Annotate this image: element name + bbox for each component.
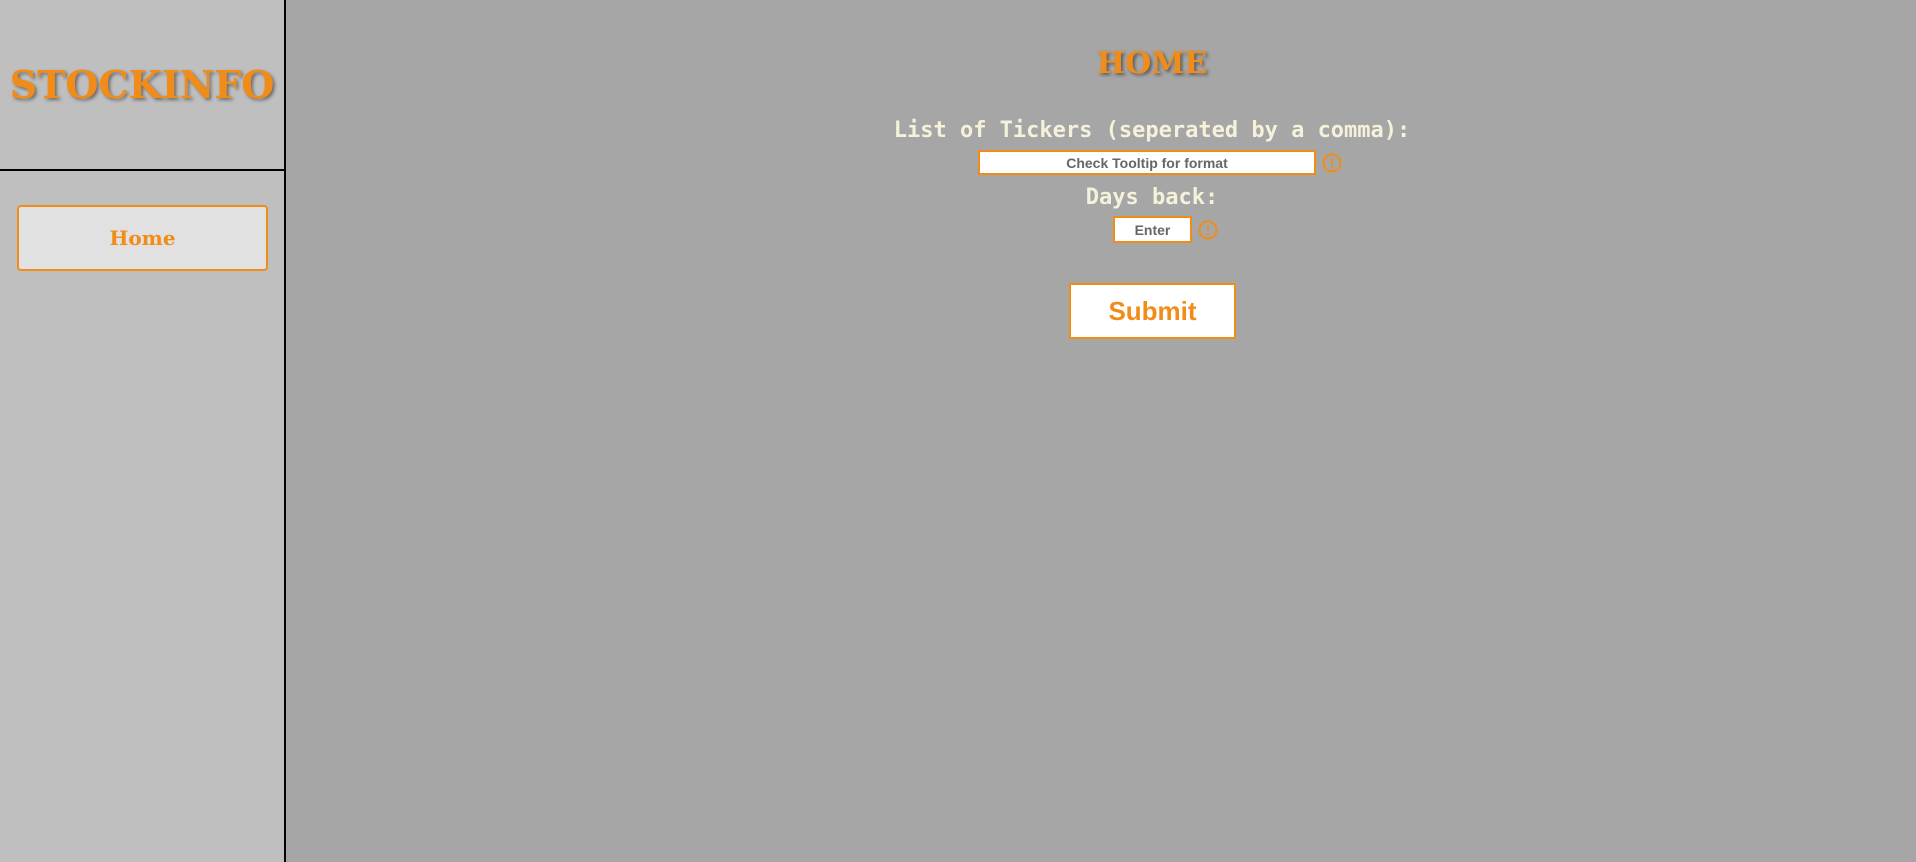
days-back-field-row bbox=[1113, 216, 1218, 243]
main-content: HOME List of Tickers (seperated by a com… bbox=[286, 0, 1916, 862]
days-back-info-icon[interactable] bbox=[1198, 220, 1218, 240]
tickers-info-icon[interactable] bbox=[1322, 153, 1342, 173]
app-window: STOCKINFO Home HOME List of Tickers (sep… bbox=[0, 0, 1916, 862]
page-title: HOME bbox=[1096, 46, 1208, 81]
days-back-input[interactable] bbox=[1113, 216, 1192, 243]
submit-button[interactable]: Submit bbox=[1069, 283, 1236, 339]
sidebar: STOCKINFO Home bbox=[0, 0, 286, 862]
sidebar-item-home[interactable]: Home bbox=[17, 205, 268, 271]
tickers-field-row bbox=[978, 150, 1342, 175]
tickers-input[interactable] bbox=[978, 150, 1316, 175]
brand-title: STOCKINFO bbox=[9, 62, 275, 107]
sidebar-nav: Home bbox=[0, 171, 284, 271]
tickers-label: List of Tickers (seperated by a comma): bbox=[893, 118, 1411, 143]
brand-header: STOCKINFO bbox=[0, 0, 284, 171]
days-back-label: Days back: bbox=[1085, 185, 1219, 210]
